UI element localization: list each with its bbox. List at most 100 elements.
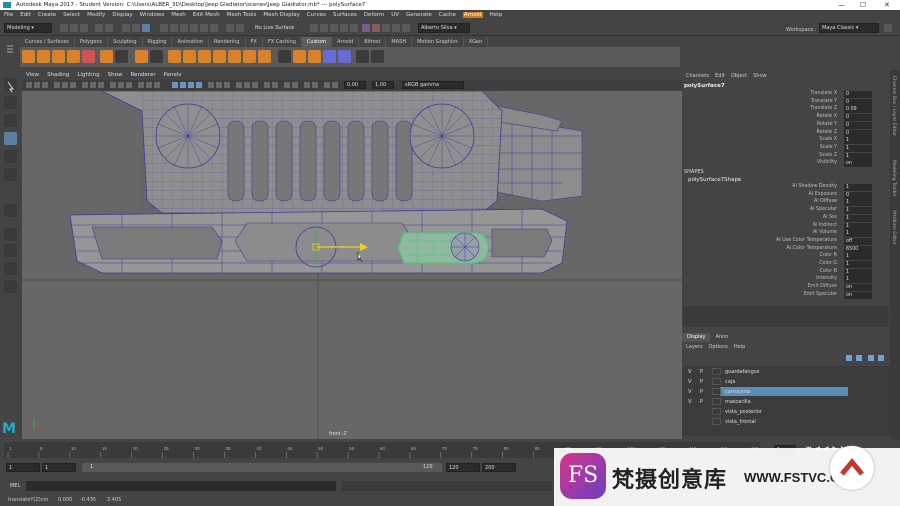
snap-view-icon[interactable] [200,24,208,32]
single-view-icon[interactable] [4,228,17,241]
layer-color-swatch[interactable] [712,408,721,415]
channel-row[interactable]: Color B 1 [682,268,890,276]
arnold-ipr-icon[interactable] [372,24,380,32]
channel-value[interactable]: 0 [844,98,872,106]
gamma-field[interactable]: 1.00 [372,81,394,89]
shelf-extrude-icon[interactable] [135,50,148,63]
viewport[interactable]: front -Z [22,91,682,439]
arnold-render-icon[interactable] [362,24,370,32]
shelf-smooth-icon[interactable] [308,50,321,63]
channel-row[interactable]: Ai Volume 1 [682,230,890,238]
arnold-light-icon[interactable] [392,24,400,32]
panel-menu-view[interactable]: View [26,72,39,78]
layer-menu-options[interactable]: Options [709,344,728,350]
maximize-icon[interactable]: ☐ [860,0,866,10]
channel-row[interactable]: Ai Specular 1 [682,207,890,215]
channel-value[interactable]: 0 [844,121,872,129]
menu-display[interactable]: Display [112,12,132,18]
input-ops-icon[interactable] [226,24,234,32]
shelf-tab-polygons[interactable]: Polygons [75,37,109,47]
menu-deform[interactable]: Deform [364,12,384,18]
rotate-tool-icon[interactable] [4,150,17,163]
workspace-dropdown[interactable]: Maya Classic ▾ [819,23,879,33]
side-tab-modeling-toolkit[interactable]: Modeling Toolkit [891,160,896,196]
layer-playback-toggle[interactable]: P [700,379,703,385]
render-view-icon[interactable] [350,24,358,32]
menu-select[interactable]: Select [63,12,80,18]
shelf-tab-fx[interactable]: FX [246,37,263,47]
redo-icon[interactable] [105,24,113,32]
persp-outliner-icon[interactable] [4,280,17,293]
layer-color-swatch[interactable] [712,418,721,425]
output-ops-icon[interactable] [236,24,244,32]
arnold-settings-icon[interactable] [382,24,390,32]
channel-row[interactable]: Scale Y 1 [682,144,890,152]
shelf-bevel-icon[interactable] [168,50,181,63]
channel-value[interactable]: 1 [844,276,872,284]
menu-mesh[interactable]: Mesh [171,12,185,18]
channel-value[interactable]: 0 [844,114,872,122]
layer-row[interactable]: V Pcarroceria [684,387,871,396]
shelf-tab-bifrost[interactable]: Bifrost [359,37,387,47]
channel-value[interactable]: 6500 [844,245,872,253]
menu-create[interactable]: Create [38,12,56,18]
layer-row[interactable]: vista_posterior [684,407,871,416]
minimize-icon[interactable]: — [838,0,845,10]
channel-row[interactable]: Ai Shadow Density 1 [682,184,890,191]
channel-row[interactable]: Color R 1 [682,253,890,261]
pick-mask-icon[interactable] [160,24,168,32]
shelf-cube-icon[interactable] [22,50,35,63]
channel-row[interactable]: Translate X 0 [682,91,890,98]
menu-modify[interactable]: Modify [87,12,105,18]
side-by-side-icon[interactable] [4,262,17,275]
menu-surfaces[interactable]: Surfaces [333,12,357,18]
shelf-bridge-icon[interactable] [183,50,196,63]
layer-visibility-toggle[interactable]: V [688,399,691,405]
move-layer-up-icon[interactable] [846,355,852,361]
menu-arnold[interactable]: Arnold [462,12,483,18]
panel-menu-panels[interactable]: Panels [164,72,182,78]
snap-grid-icon[interactable] [170,24,178,32]
range-start-field[interactable]: 1 [42,463,76,472]
channel-row[interactable]: Rotate Z 0 [682,129,890,137]
channel-value[interactable]: on [844,291,872,299]
channel-value[interactable]: 1 [844,152,872,160]
channel-menu-show[interactable]: Show [753,73,767,79]
layer-visibility-toggle[interactable]: V [688,389,691,395]
layer-row[interactable]: V Pmascarilla [684,397,871,406]
side-tab-channel-box[interactable]: Channel Box / Layer Editor [891,76,896,136]
shelf-mirror-icon[interactable] [293,50,306,63]
layer-playback-toggle[interactable]: P [700,399,703,405]
menu-curves[interactable]: Curves [307,12,326,18]
shelf-soft-icon[interactable] [356,50,369,63]
shelf-multicut-icon[interactable] [258,50,271,63]
menu-file[interactable]: File [4,12,13,18]
undo-icon[interactable] [95,24,103,32]
color-space-dropdown[interactable]: sRGB gamma [402,81,464,89]
shelf-f1-icon[interactable] [278,50,291,63]
menu-cache[interactable]: Cache [439,12,456,18]
menu-help[interactable]: Help [490,12,503,18]
channel-row[interactable]: Rotate Y 0 [682,121,890,129]
snap-point-icon[interactable] [190,24,198,32]
shelf-tab-animation[interactable]: Animation [172,37,209,47]
live-surface-field[interactable]: No Live Surface [252,23,304,33]
shelf-append-icon[interactable] [198,50,211,63]
menu-generate[interactable]: Generate [406,12,432,18]
shelf-options-icon[interactable] [4,40,16,64]
user-account-dropdown[interactable]: Alberto Silva ▾ [418,23,470,33]
channel-row[interactable]: Intensity 1 [682,276,890,284]
select-tool-icon[interactable] [4,78,17,93]
shelf-uv-editor-icon[interactable] [338,50,351,63]
shelf-tab-fx-caching[interactable]: FX Caching [263,37,302,47]
channel-value[interactable]: on [844,284,872,292]
scale-tool-icon[interactable] [4,168,17,181]
shelf-tab-sculpting[interactable]: Sculpting [108,37,143,47]
shelf-tab-rigging[interactable]: Rigging [143,37,173,47]
shelf-cylinder-icon[interactable] [52,50,65,63]
close-icon[interactable]: ✕ [884,0,890,10]
shelf-tab-curves-surfaces[interactable]: Curves / Surfaces [20,37,75,47]
channel-menu-channels[interactable]: Channels [686,73,709,79]
menu-edit-mesh[interactable]: Edit Mesh [193,12,220,18]
channel-row[interactable]: Ai Indirect 1 [682,222,890,230]
